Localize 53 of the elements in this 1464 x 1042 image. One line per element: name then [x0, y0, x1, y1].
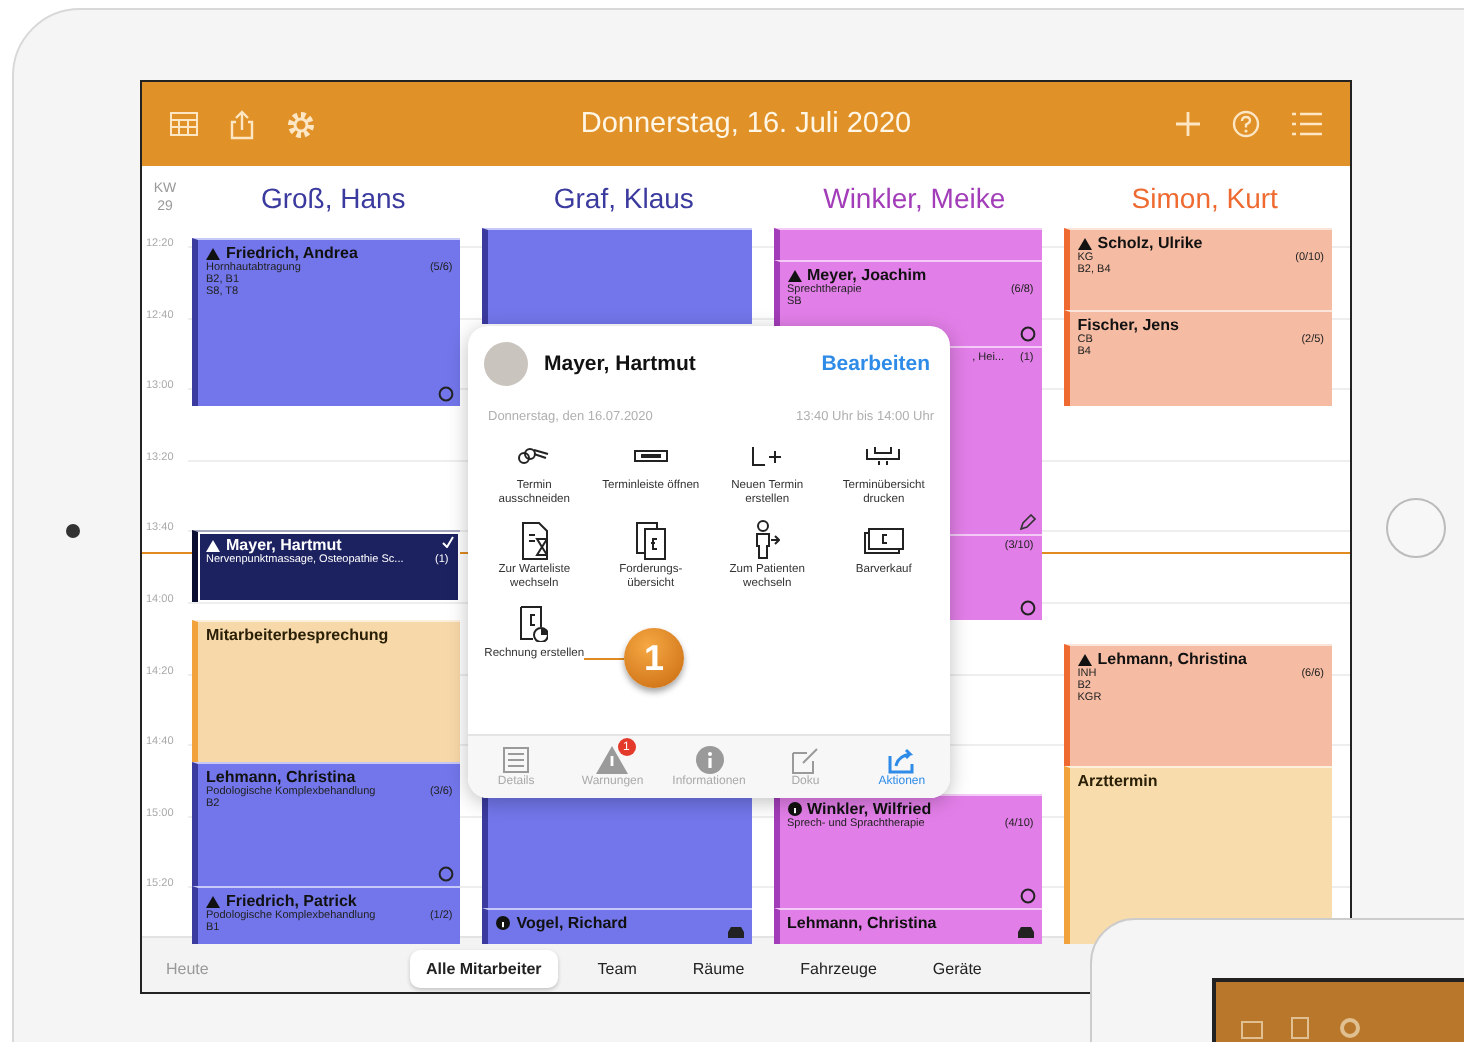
patient-name: Mitarbeiterbesprechung — [206, 625, 389, 644]
leader-line — [584, 657, 624, 659]
banknotes-icon — [863, 527, 904, 553]
filter-segment[interactable]: Geräte — [916, 949, 998, 987]
appointment-card[interactable] — [773, 228, 1042, 261]
filter-segment[interactable]: Räume — [676, 949, 761, 987]
calendar-icon[interactable] — [170, 112, 198, 136]
patient-name: Friedrich, Patrick — [226, 892, 357, 911]
patient-name: Friedrich, Andrea — [226, 244, 358, 263]
help-icon[interactable] — [1232, 110, 1260, 138]
bar-icon — [633, 450, 668, 462]
camera-dot-icon — [66, 524, 80, 538]
appointment-card[interactable]: Mitarbeiterbesprechung — [192, 619, 461, 762]
patient-name: Lehmann, Christina — [787, 913, 937, 932]
patient-name: Fischer, Jens — [1077, 315, 1179, 334]
filter-segment[interactable]: Fahrzeuge — [784, 949, 893, 987]
share-icon — [887, 746, 916, 774]
add-icon[interactable] — [1176, 112, 1200, 136]
hourglass-document-icon — [521, 521, 548, 559]
patient-name: Winkler, Wilfried — [807, 800, 932, 819]
euro-documents-icon — [635, 521, 666, 559]
employee-name: Winkler, Meike — [821, 181, 1008, 213]
settings-icon[interactable] — [286, 109, 316, 139]
patient-name: Scholz, Ulrike — [1097, 234, 1203, 252]
filter-segment[interactable]: Alle Mitarbeiter — [410, 949, 558, 987]
patient-name: Arzttermin — [1077, 771, 1158, 790]
info-icon — [695, 746, 723, 774]
patient-name: Vogel, Richard — [516, 913, 628, 932]
invoice-icon — [519, 605, 549, 643]
date-title: Donnerstag, 16. Juli 2020 — [578, 108, 914, 140]
patient-name: Lehmann, Christina — [206, 768, 356, 786]
list-icon — [502, 746, 531, 774]
avatar — [484, 342, 528, 386]
appointment-card[interactable]: Lehmann, Christina — [773, 907, 1042, 944]
patient-name: Mayer, Hartmut — [226, 536, 342, 555]
add-icon — [752, 446, 783, 466]
employee-name: Graf, Klaus — [551, 181, 696, 213]
share-icon[interactable] — [230, 109, 254, 139]
patient-name: Lehmann, Christina — [1097, 650, 1247, 669]
person-arrow-icon — [755, 520, 780, 560]
patient-name: Mayer, Hartmut — [544, 352, 698, 376]
appointment-card[interactable]: Vogel, Richard — [482, 907, 751, 944]
appointment-card[interactable] — [482, 228, 751, 325]
employee-name: Simon, Kurt — [1129, 181, 1280, 213]
print-icon — [866, 446, 901, 466]
patient-name: Meyer, Joachim — [807, 266, 927, 285]
scissors-icon — [518, 448, 551, 464]
employee-name: Groß, Hans — [258, 181, 408, 213]
menu-icon[interactable] — [1292, 112, 1322, 136]
filter-segment[interactable]: Team — [581, 949, 653, 987]
callout-number: 1 — [624, 628, 684, 688]
compose-icon — [792, 747, 819, 773]
warning-icon — [596, 746, 629, 774]
